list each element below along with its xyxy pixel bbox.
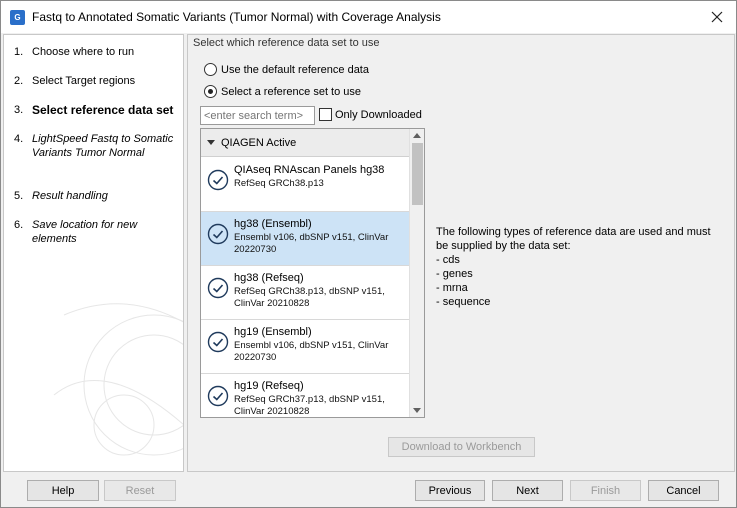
radio-label: Use the default reference data — [221, 63, 369, 76]
radio-label: Select a reference set to use — [221, 85, 362, 98]
group-header-qiagen-active[interactable]: QIAGEN Active — [201, 129, 409, 157]
reference-items: QIAseq RNAscan Panels hg38 RefSeq GRCh38… — [201, 158, 409, 417]
item-description: Ensembl v106, dbSNP v151, ClinVar 202207… — [234, 232, 389, 255]
check-circle-icon — [207, 169, 229, 191]
dialog-window: G Fastq to Annotated Somatic Variants (T… — [0, 0, 737, 508]
radio-button-selected[interactable] — [204, 85, 217, 98]
item-name: hg38 (Refseq) — [234, 272, 304, 284]
info-line: - mrna — [436, 282, 468, 294]
step-6: 6. Save location for new elements — [14, 219, 138, 245]
info-line: - sequence — [436, 296, 491, 308]
item-description: RefSeq GRCh37.p13, dbSNP v151, ClinVar 2… — [234, 394, 385, 417]
item-description: RefSeq GRCh38.p13, dbSNP v151, ClinVar 2… — [234, 286, 385, 309]
help-button[interactable]: Help — [27, 480, 99, 501]
step-2: 2. Select Target regions — [14, 75, 136, 87]
item-description: RefSeq GRCh38.p13 — [234, 178, 324, 189]
reference-set-list: QIAGEN Active QIAseq RNAscan Panels hg38… — [200, 128, 425, 418]
reference-info-text: The following types of reference data ar… — [436, 225, 726, 309]
finish-button[interactable]: Finish — [570, 480, 641, 501]
item-name: hg19 (Refseq) — [234, 380, 304, 392]
search-input[interactable] — [200, 106, 315, 125]
list-item[interactable]: hg38 (Ensembl) Ensembl v106, dbSNP v151,… — [201, 212, 409, 266]
radio-select-reference[interactable]: Select a reference set to use — [204, 85, 361, 98]
checkbox-box[interactable] — [319, 108, 332, 121]
collapse-triangle-icon[interactable] — [207, 140, 215, 145]
info-line: - cds — [436, 254, 460, 266]
title-bar: G Fastq to Annotated Somatic Variants (T… — [1, 1, 736, 33]
item-name: hg19 (Ensembl) — [234, 326, 312, 338]
reset-button[interactable]: Reset — [104, 480, 176, 501]
cancel-button[interactable]: Cancel — [648, 480, 719, 501]
watermark-graphic — [53, 303, 183, 456]
check-circle-icon — [207, 331, 229, 353]
list-item[interactable]: hg19 (Refseq) RefSeq GRCh37.p13, dbSNP v… — [201, 374, 409, 417]
list-item[interactable]: hg19 (Ensembl) Ensembl v106, dbSNP v151,… — [201, 320, 409, 374]
list-item[interactable]: QIAseq RNAscan Panels hg38 RefSeq GRCh38… — [201, 158, 409, 212]
info-line: The following types of reference data ar… — [436, 226, 711, 238]
info-line: - genes — [436, 268, 473, 280]
info-line: be supplied by the data set: — [436, 240, 571, 252]
item-description: Ensembl v106, dbSNP v151, ClinVar 202207… — [234, 340, 389, 363]
check-circle-icon — [207, 385, 229, 407]
close-icon[interactable] — [707, 7, 727, 27]
app-icon: G — [10, 10, 25, 25]
scroll-up-arrow-icon[interactable] — [413, 133, 421, 138]
list-scrollbar[interactable] — [409, 129, 424, 417]
step-5: 5. Result handling — [14, 190, 108, 202]
reference-data-panel: Select which reference data set to use U… — [187, 34, 735, 472]
group-label: QIAGEN Active — [221, 136, 297, 149]
list-item[interactable]: hg38 (Refseq) RefSeq GRCh38.p13, dbSNP v… — [201, 266, 409, 320]
next-button[interactable]: Next — [492, 480, 563, 501]
window-title: Fastq to Annotated Somatic Variants (Tum… — [32, 10, 441, 24]
only-downloaded-checkbox[interactable]: Only Downloaded — [319, 108, 422, 121]
panel-header: Select which reference data set to use — [193, 37, 380, 49]
item-name: hg38 (Ensembl) — [234, 218, 312, 230]
radio-button[interactable] — [204, 63, 217, 76]
step-4: 4. LightSpeed Fastq to Somatic Variants T… — [14, 133, 174, 159]
item-name: QIAseq RNAscan Panels hg38 — [234, 164, 385, 176]
step-1: 1. Choose where to run — [14, 46, 135, 58]
step-3-current: 3. Select reference data set — [14, 103, 174, 117]
scroll-down-arrow-icon[interactable] — [413, 408, 421, 413]
check-circle-icon — [207, 277, 229, 299]
check-circle-icon — [207, 223, 229, 245]
scroll-thumb[interactable] — [412, 143, 423, 205]
previous-button[interactable]: Previous — [415, 480, 485, 501]
wizard-steps-panel: 1. Choose where to run 2. Select Target re… — [3, 34, 184, 472]
radio-default-reference[interactable]: Use the default reference data — [204, 63, 369, 76]
download-to-workbench-button[interactable]: Download to Workbench — [388, 437, 535, 457]
checkbox-label: Only Downloaded — [335, 108, 422, 121]
